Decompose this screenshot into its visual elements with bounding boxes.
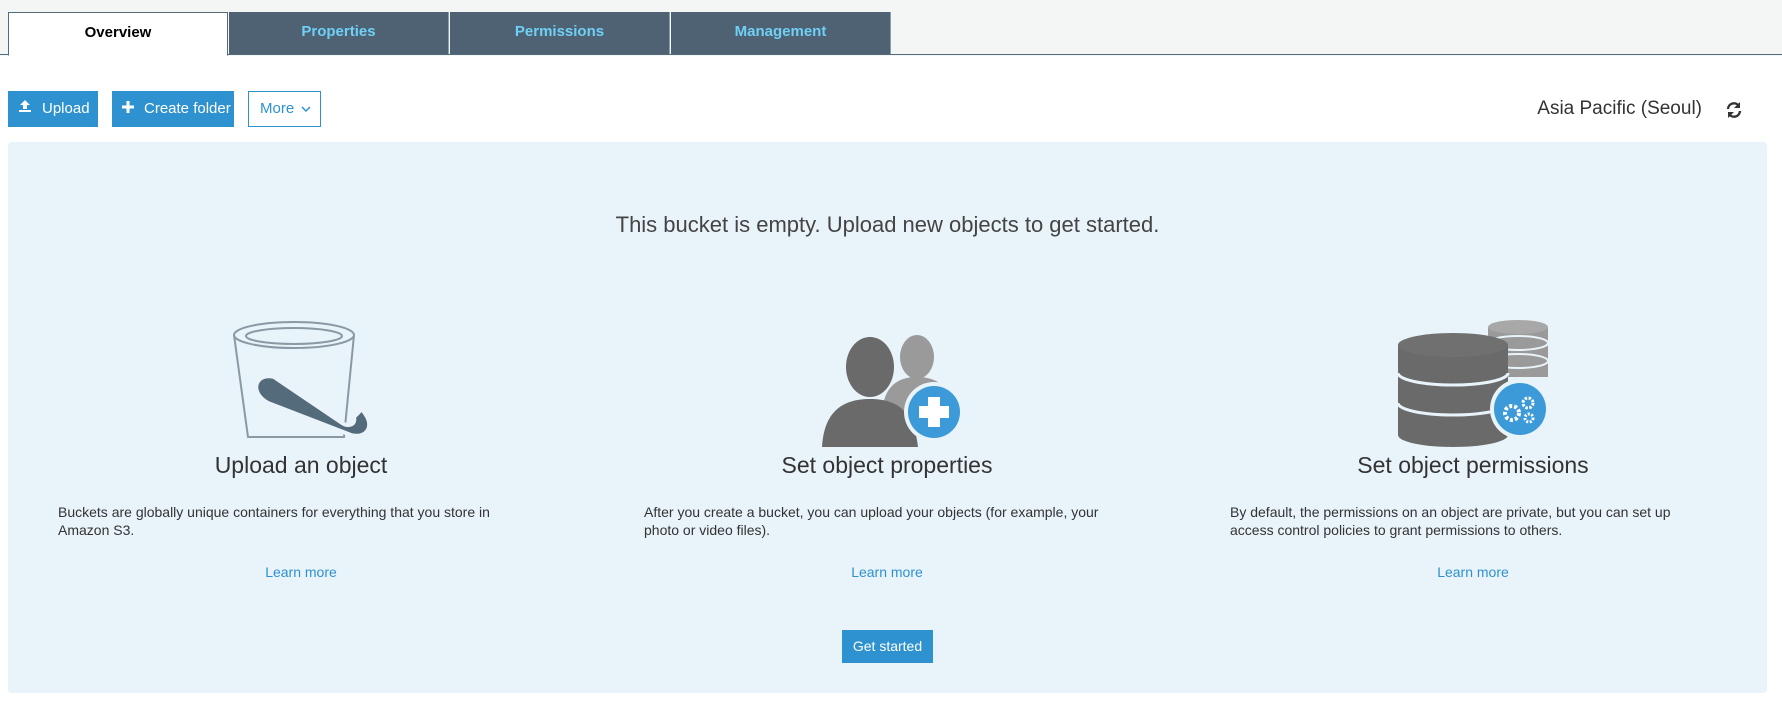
tab-divider [0,54,1782,55]
plus-icon [122,91,134,127]
empty-bucket-panel: This bucket is empty. Upload new objects… [8,142,1767,693]
region-label: Asia Pacific (Seoul) [1537,98,1702,119]
tab-bar: Overview Properties Permissions Manageme… [0,0,1782,56]
object-properties-title: Set object properties [781,452,993,478]
learn-more-link[interactable]: Learn more [8,564,594,580]
upload-object-description: Buckets are globally unique containers f… [58,504,490,538]
database-settings-icon [1180,317,1766,447]
get-started-button[interactable]: Get started [842,630,933,663]
more-dropdown-button[interactable]: More [248,91,321,127]
upload-icon [18,91,32,127]
empty-headline: This bucket is empty. Upload new objects… [615,212,1160,237]
upload-label: Upload [42,100,90,117]
object-permissions-title: Set object permissions [1357,452,1589,478]
tab-management[interactable]: Management [671,12,891,54]
upload-object-title: Upload an object [214,452,388,478]
refresh-icon[interactable] [1724,100,1746,122]
tab-properties[interactable]: Properties [229,12,449,54]
learn-more-link[interactable]: Learn more [594,564,1180,580]
tab-overview[interactable]: Overview [8,12,228,56]
bucket-upload-icon [8,317,594,447]
more-label: More [260,100,295,117]
learn-more-link[interactable]: Learn more [1180,564,1766,580]
create-folder-button[interactable]: Create folder [112,91,234,127]
object-properties-description: After you create a bucket, you can uploa… [644,504,1099,538]
upload-button[interactable]: Upload [8,91,98,127]
tab-permissions[interactable]: Permissions [450,12,670,54]
create-folder-label: Create folder [144,100,231,117]
object-permissions-description: By default, the permissions on an object… [1230,504,1671,538]
users-add-icon [594,317,1180,447]
chevron-down-icon [301,92,311,126]
